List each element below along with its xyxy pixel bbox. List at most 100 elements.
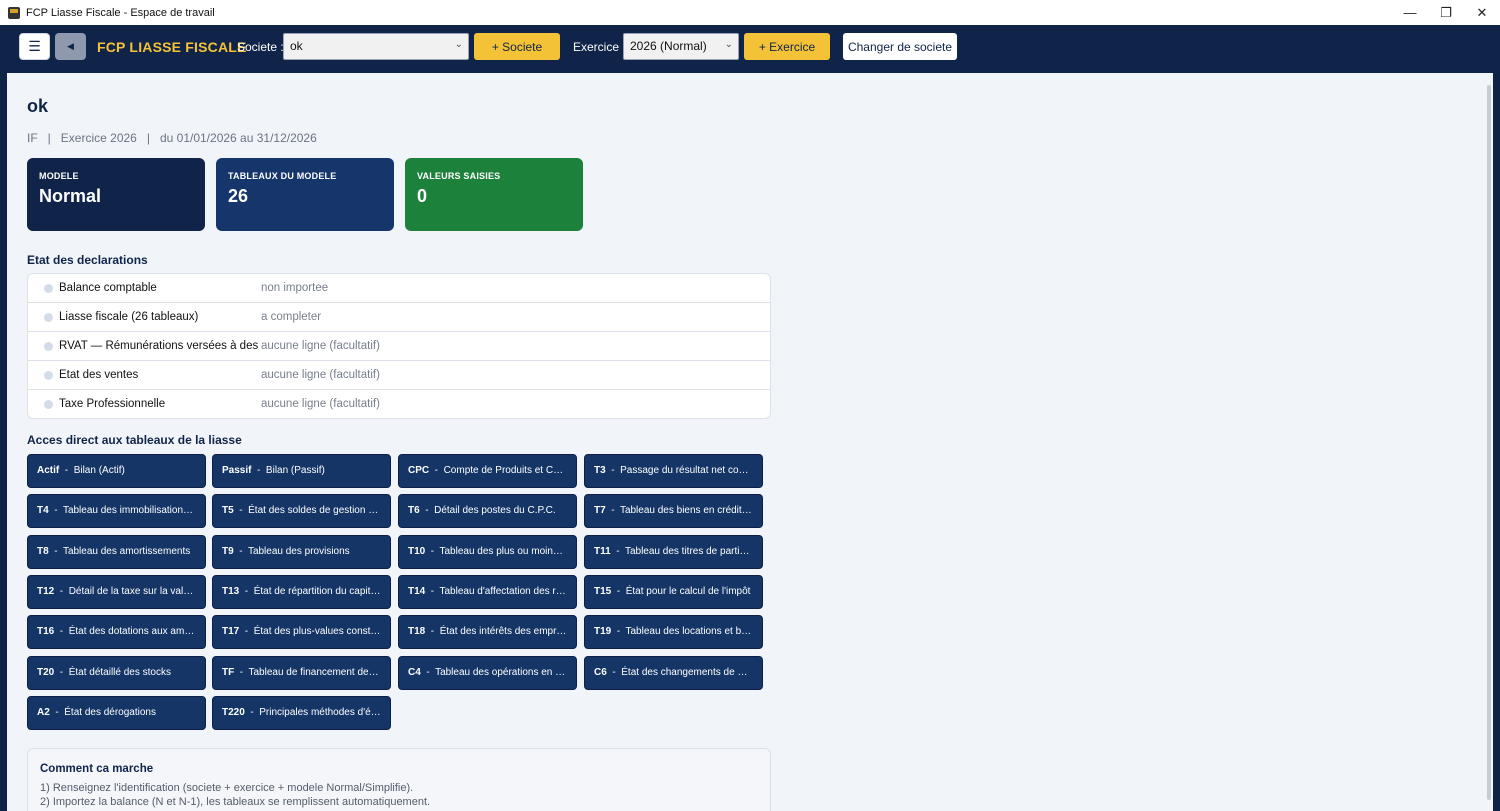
table-shortcut-button-t4[interactable]: T4 - Tableau des immobilisations autres [27,494,206,528]
table-shortcut-button-t12[interactable]: T12 - Détail de la taxe sur la valeur aj… [27,575,206,609]
list-item[interactable]: RVAT — Rémunérations versées à des tiers… [28,332,770,361]
table-label: Tableau d'affectation des résultats [439,586,577,597]
change-societe-button[interactable]: Changer de societe [843,33,957,60]
chevron-down-icon: ⌄ [724,39,733,50]
card-value: 0 [417,186,428,206]
table-shortcut-button-t15[interactable]: T15 - État pour le calcul de l'impôt [584,575,763,609]
table-separator: - [59,465,74,476]
add-societe-button[interactable]: + Societe [474,33,560,60]
table-label: État des plus-values constatées [253,626,391,637]
societe-label: Societe : [237,40,284,54]
table-label: Tableau des amortissements [62,546,191,557]
table-separator: - [429,465,444,476]
table-code: T3 [594,465,606,476]
table-shortcut-button-tf[interactable]: TF - Tableau de financement de l'exercic… [212,656,391,690]
societe-select[interactable]: ok ⌄ [283,33,469,60]
table-code: Passif [222,465,252,476]
minimize-button[interactable]: — [1392,0,1428,25]
exercice-select-value: 2026 (Normal) [630,39,707,53]
table-shortcut-button-cpc[interactable]: CPC - Compte de Produits et Charges [398,454,577,488]
table-code: T18 [408,626,426,637]
table-shortcut-button-actif[interactable]: Actif - Bilan (Actif) [27,454,206,488]
table-shortcut-button-t19[interactable]: T19 - Tableau des locations et baux [584,615,763,649]
table-shortcut-button-c6[interactable]: C6 - État des changements de méthodes [584,656,763,690]
table-separator: - [54,667,69,678]
add-exercice-button[interactable]: + Exercice [744,33,830,60]
table-shortcut-button-t17[interactable]: T17 - État des plus-values constatées [212,615,391,649]
table-separator: - [48,546,63,557]
declaration-name: Balance comptable [59,282,157,294]
table-separator: - [606,667,622,678]
table-shortcut-button-passif[interactable]: Passif - Bilan (Passif) [212,454,391,488]
table-shortcut-button-t7[interactable]: T7 - Tableau des biens en crédit-bail [584,494,763,528]
table-shortcut-button-t11[interactable]: T11 - Tableau des titres de participatio… [584,535,763,569]
table-label: Tableau des titres de participation [624,546,763,557]
table-code: T12 [37,586,55,597]
table-shortcut-button-t16[interactable]: T16 - État des dotations aux amortisseme… [27,615,206,649]
chevron-down-icon: ⌄ [454,39,463,50]
table-shortcut-button-t9[interactable]: T9 - Tableau des provisions [212,535,391,569]
table-shortcut-button-t8[interactable]: T8 - Tableau des amortissements [27,535,206,569]
table-label: Principales méthodes d'évaluation [259,707,390,718]
table-separator: - [611,626,626,637]
list-item[interactable]: État des ventes aucune ligne (facultatif… [28,361,770,390]
table-code: T13 [222,586,240,597]
app-icon [8,6,20,19]
table-code: T16 [37,626,55,637]
declaration-status: non importee [261,282,329,294]
list-item[interactable]: Taxe Professionnelle aucune ligne (facul… [28,390,770,418]
status-dot-icon [44,371,53,380]
table-shortcut-button-t18[interactable]: T18 - État des intérêts des emprunts [398,615,577,649]
table-code: T6 [408,505,420,516]
table-shortcut-button-t13[interactable]: T13 - État de répartition du capital soc… [212,575,391,609]
table-separator: - [233,505,249,516]
top-toolbar: ☰ ◀ FCP LIASSE FISCALE Societe : ok ⌄ + … [0,25,1500,73]
table-shortcut-button-c4[interactable]: C4 - Tableau des opérations en devises [398,656,577,690]
table-label: État des soldes de gestion (E.S.G) [248,505,391,516]
table-shortcut-button-t220[interactable]: T220 - Principales méthodes d'évaluation [212,696,391,730]
table-code: T5 [222,505,234,516]
card-tableaux: TABLEAUX DU MODELE 26 [216,158,394,231]
table-code: T7 [594,505,606,516]
table-separator: - [605,505,620,516]
table-separator: - [239,586,254,597]
hamburger-icon: ☰ [28,38,41,54]
list-item[interactable]: Balance comptable non importee [28,274,770,303]
table-separator: - [420,667,436,678]
table-code: Actif [37,465,60,476]
table-code: T9 [222,546,234,557]
app-brand: FCP LIASSE FISCALE [97,39,247,55]
table-code: T14 [408,586,426,597]
table-code: C6 [594,667,607,678]
hamburger-menu-button[interactable]: ☰ [19,33,50,60]
table-shortcut-button-t20[interactable]: T20 - État détaillé des stocks [27,656,206,690]
restore-button[interactable]: ❐ [1428,0,1464,25]
table-code: C4 [408,667,421,678]
declaration-status: aucune ligne (facultatif) [261,369,380,381]
table-shortcut-button-t5[interactable]: T5 - État des soldes de gestion (E.S.G) [212,494,391,528]
table-label: État des intérêts des emprunts [439,626,576,637]
table-shortcut-button-t14[interactable]: T14 - Tableau d'affectation des résultat… [398,575,577,609]
table-label: État des dérogations [64,707,156,718]
table-code: T15 [594,586,612,597]
card-value: 26 [228,186,249,206]
close-button[interactable]: ✕ [1464,0,1500,25]
status-dot-icon [44,313,53,322]
table-code: T20 [37,667,55,678]
back-button[interactable]: ◀ [55,33,86,60]
exercice-select[interactable]: 2026 (Normal) ⌄ [623,33,739,60]
vertical-scrollbar[interactable] [1487,85,1491,800]
societe-select-value: ok [290,39,303,53]
table-shortcut-button-t6[interactable]: T6 - Détail des postes du C.P.C. [398,494,577,528]
workspace-content: ok IF | Exercice 2026 | du 01/01/2026 au… [7,73,1493,811]
table-separator: - [54,586,69,597]
table-label: État détaillé des stocks [68,667,171,678]
table-shortcut-button-a2[interactable]: A2 - État des dérogations [27,696,206,730]
app-root: ☰ ◀ FCP LIASSE FISCALE Societe : ok ⌄ + … [0,25,1500,811]
table-shortcut-button-t3[interactable]: T3 - Passage du résultat net comptable [584,454,763,488]
table-shortcut-button-t10[interactable]: T10 - Tableau des plus ou moins-values [398,535,577,569]
list-item[interactable]: Liasse fiscale (26 tableaux) a completer [28,303,770,332]
help-title: Comment ca marche [40,763,154,775]
status-dot-icon [44,400,53,409]
breadcrumb-type: IF [27,131,38,145]
